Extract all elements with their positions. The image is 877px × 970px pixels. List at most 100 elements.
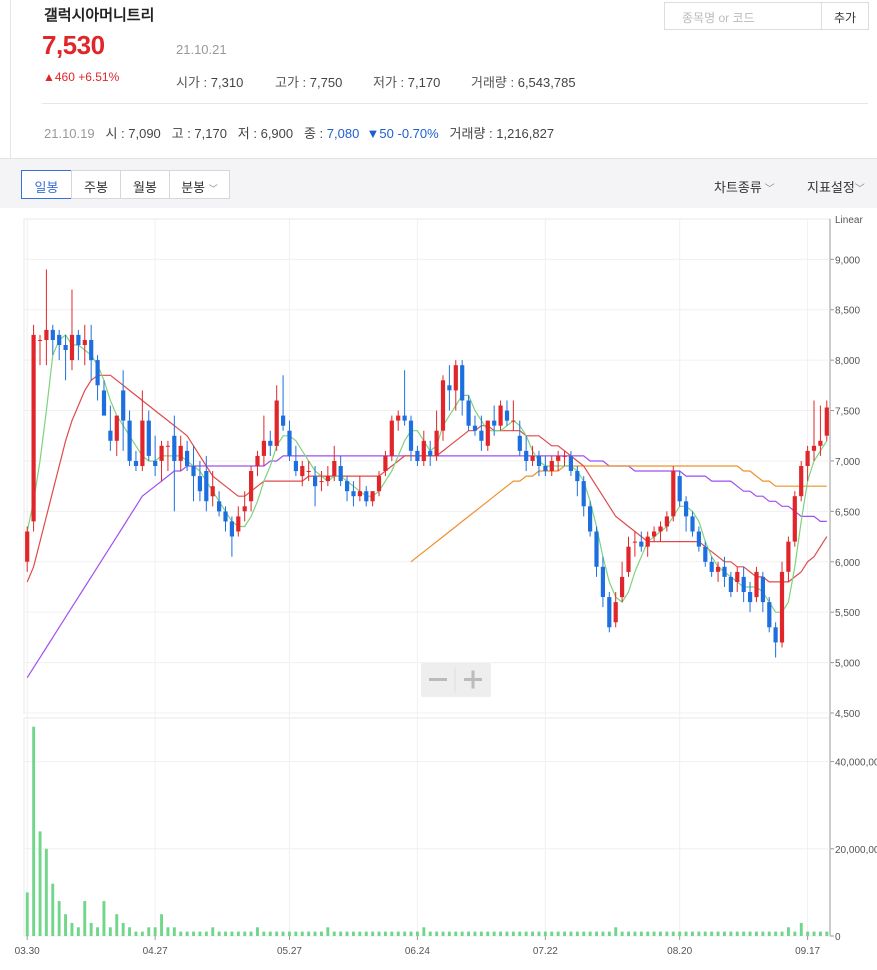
stock-search-input[interactable]: 종목명 or 코드 (664, 2, 822, 30)
volume-bar (607, 931, 611, 936)
volume-bar (723, 931, 726, 936)
candle-body (472, 425, 478, 431)
left-border (10, 0, 11, 160)
tab-daily[interactable]: 일봉 (21, 170, 72, 199)
candle-body (255, 455, 260, 466)
candle-body (325, 476, 330, 482)
x-tick-label: 04.27 (143, 946, 168, 957)
candle-body (530, 455, 535, 461)
volume-bar (275, 931, 279, 936)
candle-body (811, 445, 817, 451)
candle-body (671, 471, 676, 517)
volume-bar (364, 931, 368, 936)
candle-body (696, 531, 701, 547)
volume-bar (447, 931, 451, 936)
price-tick-label: 5,500 (835, 608, 860, 619)
chart-type-menu[interactable]: 차트종류 ﹀ (714, 177, 775, 196)
x-tick-label: 09.17 (795, 946, 820, 957)
indicator-menu[interactable]: 지표설정﹀ (807, 177, 865, 196)
candle-body (703, 546, 708, 562)
volume-bars (25, 726, 829, 936)
volume-bar (96, 927, 99, 936)
volume-bar (742, 931, 746, 936)
candle-body (453, 365, 458, 391)
candle-body (594, 531, 599, 567)
volume-bar (441, 931, 445, 936)
ma60-line (26, 455, 827, 679)
volume-bar (588, 931, 592, 936)
volume-bar (76, 927, 80, 936)
candle-body (172, 435, 177, 461)
volume-bar (288, 931, 291, 936)
candle-body (396, 415, 401, 421)
candle-body (677, 476, 682, 502)
tab-minute[interactable]: 분봉 ﹀ (169, 170, 230, 199)
volume-bar (563, 931, 566, 936)
volume-bar (211, 927, 215, 936)
axis-labels: 9,000 8,500 8,000 7,500 7,000 6,500 6,000 5,500… (15, 215, 877, 957)
volume-bar (659, 931, 662, 936)
candle-body (370, 491, 375, 502)
volume-bar (806, 931, 810, 936)
volume-bar (307, 931, 311, 936)
tab-weekly[interactable]: 주봉 (71, 170, 121, 199)
volume-bar (89, 922, 93, 936)
zoom-control[interactable] (421, 663, 491, 697)
volume-bar (428, 931, 432, 936)
high-price: 고가 : 7,750 (275, 75, 343, 90)
candle-body (249, 471, 254, 502)
candle-body (351, 491, 356, 497)
volume-bar (550, 931, 554, 936)
zoom-out-icon[interactable] (429, 678, 447, 681)
volume-bar (64, 914, 67, 936)
candle-body (281, 415, 286, 426)
price-chart[interactable]: 9,000 8,500 8,000 7,500 7,000 6,500 6,000 5,500… (0, 208, 877, 970)
price-date: 21.10.21 (176, 42, 227, 57)
volume-bar (473, 931, 477, 936)
candle-body (440, 380, 446, 431)
candle-body (588, 506, 593, 532)
candle-body (543, 466, 548, 471)
volume-tick-label: 0 (835, 932, 841, 943)
candle-body (568, 455, 573, 471)
candle-body (153, 461, 158, 466)
candle-body (63, 345, 68, 350)
volume-bar (678, 931, 682, 936)
candle-body (133, 461, 139, 466)
candle-body (287, 430, 292, 456)
candle-body (485, 420, 490, 446)
volume-bar (684, 931, 688, 936)
candle-body (229, 521, 234, 537)
volume-bar (70, 922, 74, 936)
prev-volume: 거래량 : 1,216,827 (449, 126, 555, 141)
tab-monthly[interactable]: 월봉 (120, 170, 170, 199)
candle-body (57, 334, 62, 345)
volume-bar (268, 931, 272, 936)
chevron-down-icon: ﹀ (761, 184, 775, 195)
volume-bar (83, 901, 87, 936)
chart-grid (23, 218, 834, 940)
candle-body (805, 450, 810, 466)
candle-body (498, 405, 503, 426)
volume-bar (153, 927, 157, 936)
volume-bar (620, 931, 624, 936)
candle-body (319, 481, 324, 483)
prev-high: 고 : 7,170 (171, 126, 227, 141)
candle-body (69, 334, 75, 361)
candle-body (447, 385, 452, 391)
volume-bar (652, 931, 656, 936)
previous-day-summary: 21.10.19 시 : 7,090 고 : 7,170 저 : 6,900 종… (44, 123, 554, 142)
volume-bar (703, 931, 707, 936)
volume-bar (416, 931, 419, 936)
candle-body (639, 541, 644, 547)
candle-body (575, 471, 580, 482)
candle-body (664, 516, 669, 527)
volume-bar (435, 931, 439, 936)
ma5-line (26, 334, 828, 613)
volume-bar (108, 927, 112, 936)
volume-bar (294, 931, 298, 936)
volume-bar (524, 931, 528, 936)
volume-bar (774, 931, 778, 936)
candle-body (268, 440, 273, 446)
add-button[interactable]: 추가 (821, 2, 869, 30)
